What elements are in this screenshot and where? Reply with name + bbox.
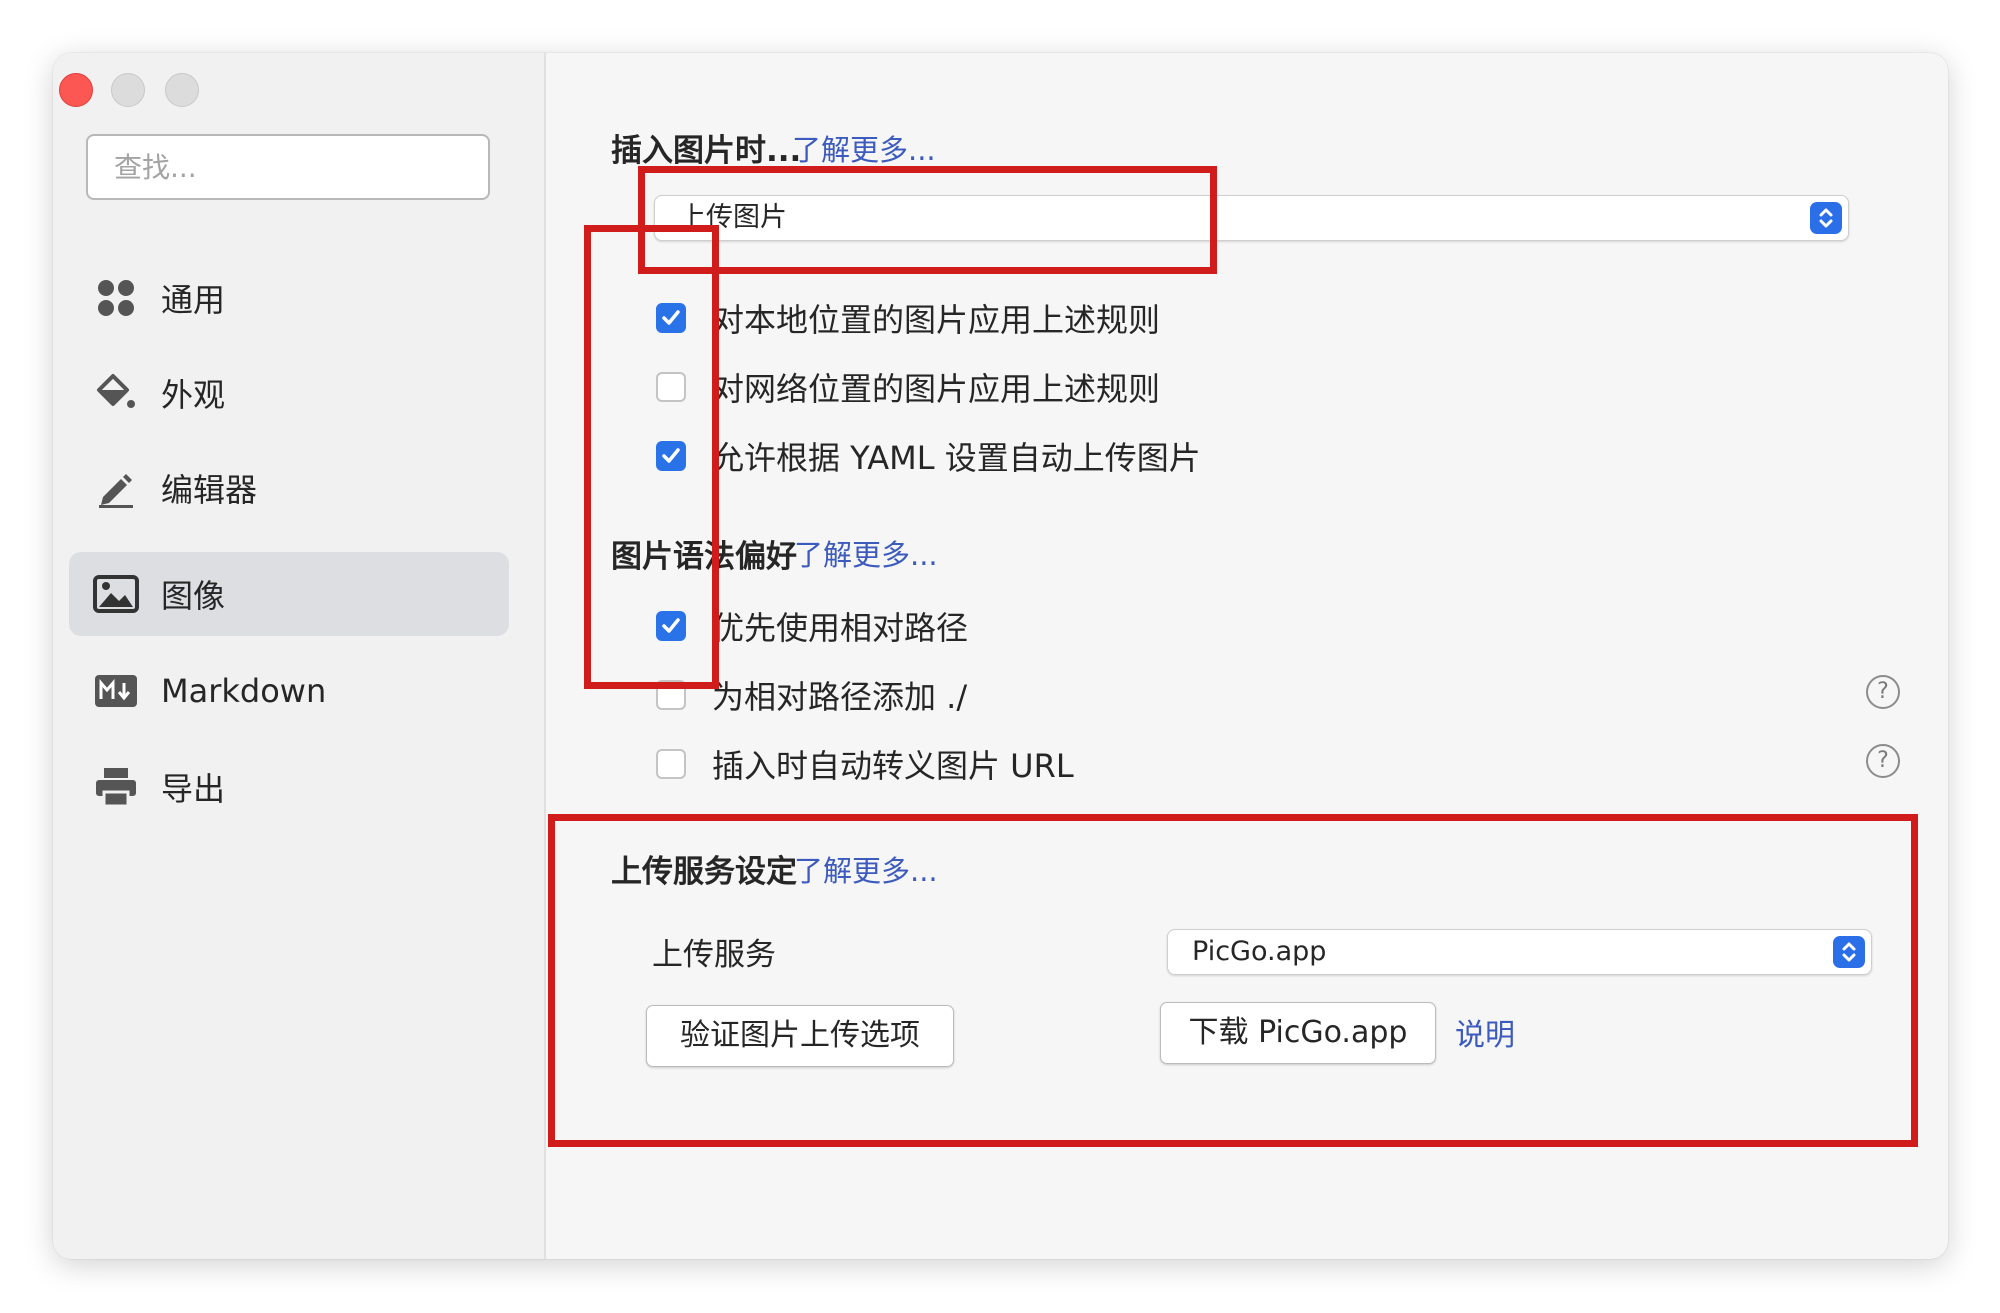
- paint-bucket-icon: [93, 370, 139, 416]
- checkbox[interactable]: [656, 749, 686, 779]
- sidebar-item-label: 通用: [161, 281, 226, 319]
- image-icon: [93, 571, 139, 617]
- minimize-window-button[interactable]: [111, 73, 145, 107]
- explain-link[interactable]: 说明: [1455, 1010, 1515, 1054]
- chevron-updown-icon: [1833, 936, 1865, 968]
- option-apply-local[interactable]: 对本地位置的图片应用上述规则: [656, 295, 1160, 341]
- sidebar-item-label: 导出: [161, 770, 226, 808]
- sidebar-item-appearance[interactable]: 外观: [69, 351, 509, 435]
- printer-icon: [93, 764, 139, 810]
- sidebar-item-markdown[interactable]: Markdown: [69, 649, 509, 733]
- checkbox[interactable]: [656, 680, 686, 710]
- option-add-dot-slash[interactable]: 为相对路径添加 ./: [656, 672, 967, 718]
- checkbox-label: 为相对路径添加 ./: [712, 678, 968, 716]
- sidebar-item-image[interactable]: 图像: [69, 552, 509, 636]
- checkbox[interactable]: [656, 372, 686, 402]
- syntax-learn-more-link[interactable]: 了解更多...: [794, 532, 938, 574]
- checkbox[interactable]: [656, 303, 686, 333]
- zoom-window-button[interactable]: [165, 73, 199, 107]
- upload-learn-more-link[interactable]: 了解更多...: [794, 848, 938, 890]
- pencil-icon: [93, 465, 139, 511]
- insert-section-title: 插入图片时...: [611, 133, 802, 169]
- sidebar-item-label: Markdown: [161, 672, 327, 710]
- checkbox-label: 对网络位置的图片应用上述规则: [712, 370, 1161, 408]
- option-apply-network[interactable]: 对网络位置的图片应用上述规则: [656, 364, 1160, 410]
- checkbox[interactable]: [656, 441, 686, 471]
- insert-learn-more-link[interactable]: 了解更多...: [792, 127, 936, 169]
- sidebar-item-label: 编辑器: [161, 471, 258, 509]
- help-icon[interactable]: ?: [1866, 744, 1900, 778]
- help-icon[interactable]: ?: [1866, 675, 1900, 709]
- option-yaml-upload[interactable]: 允许根据 YAML 设置自动上传图片: [656, 433, 1201, 479]
- insert-action-value: 上传图片: [679, 202, 787, 233]
- upload-service-label: 上传服务: [652, 937, 776, 973]
- upload-service-select[interactable]: PicGo.app: [1167, 929, 1872, 975]
- checkbox-label: 优先使用相对路径: [712, 609, 969, 647]
- upload-section-title: 上传服务设定: [611, 854, 797, 890]
- chevron-updown-icon: [1810, 202, 1842, 234]
- checkbox[interactable]: [656, 611, 686, 641]
- grid-icon: [93, 275, 139, 321]
- settings-panel: 插入图片时... 了解更多... 上传图片 对本地位置的图片应用上述规则 对网络…: [546, 53, 1948, 1259]
- sidebar-item-export[interactable]: 导出: [69, 745, 509, 829]
- option-prefer-relative[interactable]: 优先使用相对路径: [656, 603, 968, 649]
- checkbox-label: 允许根据 YAML 设置自动上传图片: [712, 439, 1201, 477]
- upload-service-value: PicGo.app: [1192, 936, 1327, 967]
- markdown-icon: [93, 668, 139, 714]
- sidebar-item-label: 图像: [161, 577, 226, 615]
- sidebar-item-label: 外观: [161, 376, 226, 414]
- sidebar-item-general[interactable]: 通用: [69, 256, 509, 340]
- preferences-window: 通用 外观 编辑器: [53, 53, 1948, 1259]
- search-input[interactable]: [86, 134, 490, 200]
- sidebar-item-editor[interactable]: 编辑器: [69, 446, 509, 530]
- checkbox-label: 插入时自动转义图片 URL: [712, 747, 1074, 785]
- close-window-button[interactable]: [59, 73, 93, 107]
- sidebar: 通用 外观 编辑器: [53, 53, 546, 1259]
- download-picgo-button[interactable]: 下载 PicGo.app: [1160, 1002, 1436, 1064]
- insert-action-select[interactable]: 上传图片: [654, 195, 1849, 241]
- verify-upload-button[interactable]: 验证图片上传选项: [646, 1005, 954, 1067]
- syntax-section-title: 图片语法偏好: [611, 539, 797, 575]
- option-escape-url[interactable]: 插入时自动转义图片 URL: [656, 741, 1074, 787]
- checkbox-label: 对本地位置的图片应用上述规则: [712, 301, 1161, 339]
